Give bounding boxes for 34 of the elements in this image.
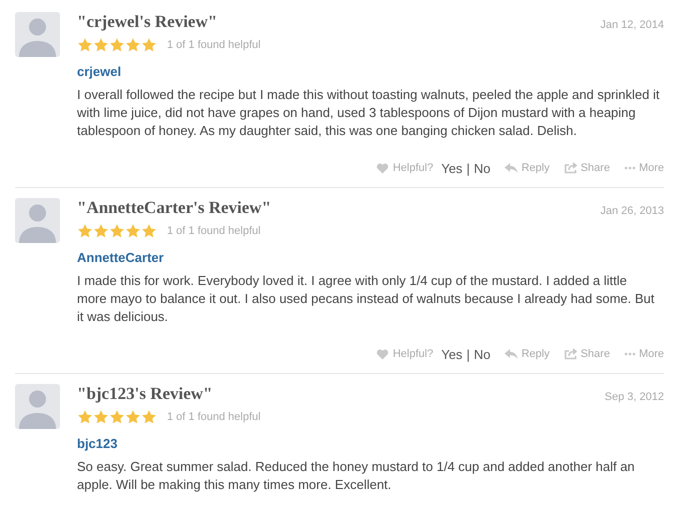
avatar-icon (15, 12, 60, 57)
review-date: Jan 26, 2013 (600, 204, 664, 219)
author-link[interactable]: AnnetteCarter (77, 248, 164, 268)
helpful-count: 1 of 1 found helpful (167, 224, 261, 238)
review-title: "crjewel's Review" (77, 12, 218, 32)
no-link[interactable]: No (474, 158, 490, 178)
review-title: "bjc123's Review" (77, 384, 212, 404)
helpful-count: 1 of 1 found helpful (167, 38, 261, 52)
author-link[interactable]: bjc123 (77, 434, 118, 454)
dots-icon (624, 352, 636, 356)
review-date: Jan 12, 2014 (600, 18, 664, 33)
review-date: Sep 3, 2012 (604, 390, 664, 405)
avatar-icon (15, 384, 60, 429)
share-icon (564, 162, 578, 174)
yes-link[interactable]: Yes (441, 158, 462, 178)
author-link[interactable]: crjewel (77, 62, 122, 82)
no-link[interactable]: No (474, 344, 490, 364)
helpful-count: 1 of 1 found helpful (167, 410, 261, 424)
heart-icon (376, 162, 389, 174)
separator-text: | (466, 346, 470, 364)
review-title: "AnnetteCarter's Review" (77, 198, 272, 218)
review-text: So easy. Great summer salad. Reduced the honey mustard to 1/4 cup and added another half an apple. Will be making this many times more. Excellent. (77, 458, 636, 494)
separator-text: | (466, 160, 470, 178)
heart-icon (376, 348, 389, 360)
helpful-label: Helpful? (392, 161, 434, 176)
helpful-label: Helpful? (392, 347, 434, 362)
dots-icon (624, 166, 636, 170)
reply-arrow-icon (504, 348, 518, 360)
review-text: I overall followed the recipe but I made this without toasting walnuts, peeled the apple and sprinkled it with lime juice, did not have grapes on hand, used 3 tablespoons of Dijon mustard with a heaping tablespoon of honey. As my daughter said, this was one banging chicken salad. Delish. (77, 86, 660, 140)
reply-arrow-icon (504, 162, 518, 174)
yes-link[interactable]: Yes (441, 344, 462, 364)
review-text: I made this for work. Everybody loved it. I agree with only 1/4 cup of the mustard. I added a little more mayo to balance it out. I also used pecans instead of walnuts because I already had some. But it was delicious. (77, 272, 656, 326)
avatar-icon (15, 198, 60, 243)
share-icon (564, 348, 578, 360)
